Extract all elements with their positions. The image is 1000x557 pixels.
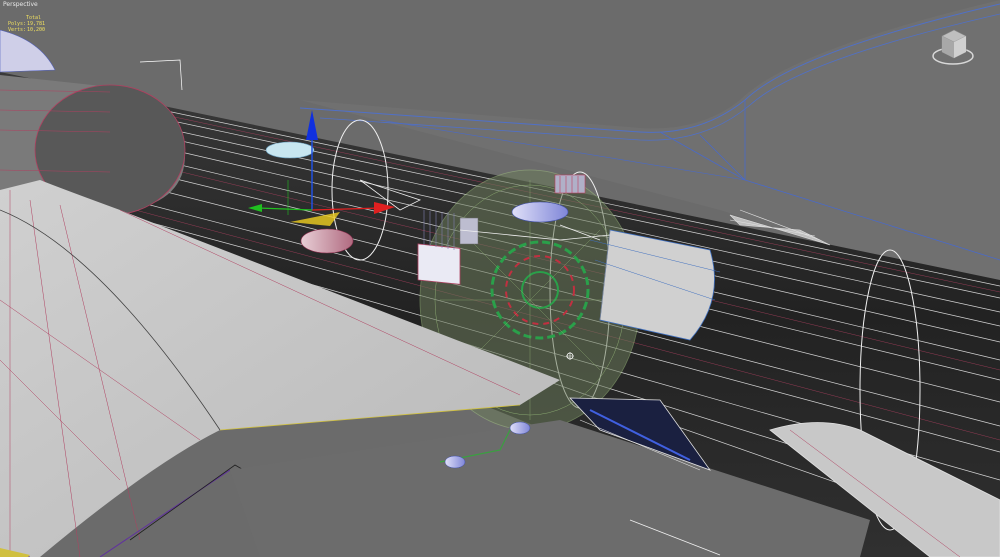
stats-value: 10,200: [27, 27, 46, 33]
scene-3d-wireframe[interactable]: [0, 0, 1000, 557]
pivot-crosshair-icon: [566, 352, 574, 360]
pod-upper: [265, 141, 315, 159]
perspective-viewport[interactable]: Perspective Total Polys: 19,781 Verts: 1…: [0, 0, 1000, 557]
stripe-panel: [554, 174, 586, 194]
stats-key: Verts:: [8, 27, 27, 33]
pod-pink: [300, 228, 354, 254]
viewcube-icon[interactable]: [930, 22, 976, 68]
viewport-label[interactable]: Perspective: [3, 1, 38, 8]
stats-row-verts: Verts: 10,200: [8, 27, 45, 33]
pod-blue: [511, 201, 569, 223]
scene-statistics: Total Polys: 19,781 Verts: 10,200: [8, 15, 45, 33]
